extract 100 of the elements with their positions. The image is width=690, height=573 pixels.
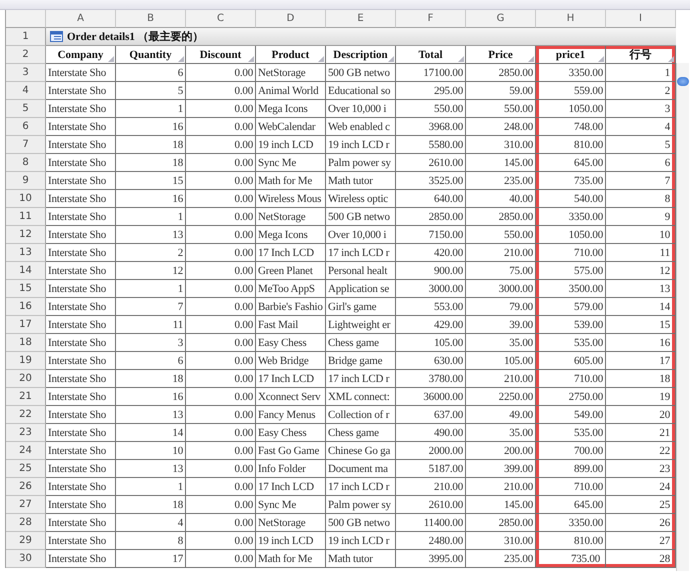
table-cell: 145.00 — [466, 154, 536, 172]
column-header[interactable]: A — [46, 10, 116, 28]
scrollbar[interactable] — [676, 63, 689, 571]
table-cell: 5187.00 — [396, 460, 466, 478]
row-number[interactable]: 20 — [6, 370, 46, 388]
header-cell[interactable]: Company — [46, 46, 116, 64]
table-cell: 17 Inch LCD — [256, 478, 326, 496]
table-cell: Girl's game — [326, 298, 396, 316]
row-number[interactable]: 12 — [6, 226, 46, 244]
column-header[interactable]: D — [256, 10, 326, 28]
row-number[interactable]: 13 — [6, 244, 46, 262]
row-number[interactable]: 5 — [6, 100, 46, 118]
corner-cell[interactable] — [6, 10, 46, 28]
header-cell[interactable]: price1 — [536, 46, 606, 64]
table-cell: 16 — [116, 190, 186, 208]
table-cell: 17100.00 — [396, 64, 466, 82]
header-cell[interactable]: Price — [466, 46, 536, 64]
row-number[interactable]: 14 — [6, 262, 46, 280]
row-number[interactable]: 28 — [6, 514, 46, 532]
table-cell: Over 10,000 i — [326, 226, 396, 244]
header-label: Product — [272, 48, 310, 60]
header-cell[interactable]: Product — [256, 46, 326, 64]
table-cell: 645.00 — [536, 496, 606, 514]
table-cell: Interstate Sho — [46, 388, 116, 406]
table-cell: Interstate Sho — [46, 154, 116, 172]
table-cell: Mega Icons — [256, 226, 326, 244]
table-cell: Interstate Sho — [46, 532, 116, 550]
table-cell: 79.00 — [466, 298, 536, 316]
table-cell: Wireless optic — [326, 190, 396, 208]
row-number[interactable]: 4 — [6, 82, 46, 100]
table-cell: 0.00 — [186, 154, 256, 172]
row-number[interactable]: 3 — [6, 64, 46, 82]
column-header[interactable]: B — [116, 10, 186, 28]
table-cell: Interstate Sho — [46, 514, 116, 532]
table-cell: Interstate Sho — [46, 370, 116, 388]
table-cell: 40.00 — [466, 190, 536, 208]
header-cell[interactable]: Discount — [186, 46, 256, 64]
table-cell: 0.00 — [186, 460, 256, 478]
table-cell: 550.00 — [396, 100, 466, 118]
table-cell: 637.00 — [396, 406, 466, 424]
table-cell: 710.00 — [536, 370, 606, 388]
column-header[interactable]: I — [606, 10, 676, 28]
scroll-thumb[interactable] — [677, 77, 689, 86]
row-number[interactable]: 25 — [6, 460, 46, 478]
row-number[interactable]: 8 — [6, 154, 46, 172]
row-number[interactable]: 2 — [6, 46, 46, 64]
row-number[interactable]: 10 — [6, 190, 46, 208]
row-number[interactable]: 21 — [6, 388, 46, 406]
row-number[interactable]: 27 — [6, 496, 46, 514]
table-cell: 105.00 — [466, 352, 536, 370]
table-cell: Collection of r — [326, 406, 396, 424]
row-number[interactable]: 18 — [6, 334, 46, 352]
row-number[interactable]: 24 — [6, 442, 46, 460]
column-header[interactable]: G — [466, 10, 536, 28]
table-cell: 5580.00 — [396, 136, 466, 154]
row-number[interactable]: 16 — [6, 298, 46, 316]
row-number[interactable]: 15 — [6, 280, 46, 298]
column-header[interactable]: E — [326, 10, 396, 28]
row-number[interactable]: 22 — [6, 406, 46, 424]
table-cell: Interstate Sho — [46, 82, 116, 100]
table-cell: 2610.00 — [396, 496, 466, 514]
table-cell: Interstate Sho — [46, 478, 116, 496]
header-cell[interactable]: 行号 — [606, 46, 676, 64]
row-number[interactable]: 6 — [6, 118, 46, 136]
table-cell: 535.00 — [536, 424, 606, 442]
table-cell: 575.00 — [536, 262, 606, 280]
header-cell[interactable]: Quantity — [116, 46, 186, 64]
table-cell: 295.00 — [396, 82, 466, 100]
table-cell: 8 — [116, 532, 186, 550]
table-cell: 248.00 — [466, 118, 536, 136]
table-cell: Chess game — [326, 334, 396, 352]
table-cell: Barbie's Fashio — [256, 298, 326, 316]
table-cell: 535.00 — [536, 334, 606, 352]
sort-corner-icon — [318, 56, 324, 62]
table-cell: 0.00 — [186, 82, 256, 100]
table-cell: 645.00 — [536, 154, 606, 172]
row-number[interactable]: 17 — [6, 316, 46, 334]
row-number[interactable]: 7 — [6, 136, 46, 154]
table-cell: 18 — [116, 370, 186, 388]
row-number[interactable]: 9 — [6, 172, 46, 190]
table-cell: 0.00 — [186, 532, 256, 550]
table-cell: 500 GB netwo — [326, 514, 396, 532]
row-number[interactable]: 29 — [6, 532, 46, 550]
table-cell: 17 inch LCD r — [326, 478, 396, 496]
header-cell[interactable]: Total — [396, 46, 466, 64]
table-cell: Interstate Sho — [46, 262, 116, 280]
row-number[interactable]: 26 — [6, 478, 46, 496]
column-header[interactable]: C — [186, 10, 256, 28]
row-number[interactable]: 30 — [6, 550, 46, 568]
table-cell: Interstate Sho — [46, 316, 116, 334]
row-number[interactable]: 1 — [6, 28, 46, 46]
column-header[interactable]: H — [536, 10, 606, 28]
table-cell: Info Folder — [256, 460, 326, 478]
row-number[interactable]: 23 — [6, 424, 46, 442]
header-cell[interactable]: Description — [326, 46, 396, 64]
row-number[interactable]: 11 — [6, 208, 46, 226]
column-header[interactable]: F — [396, 10, 466, 28]
row-number[interactable]: 19 — [6, 352, 46, 370]
table-cell: 0.00 — [186, 136, 256, 154]
table-cell: 17 inch LCD r — [326, 244, 396, 262]
